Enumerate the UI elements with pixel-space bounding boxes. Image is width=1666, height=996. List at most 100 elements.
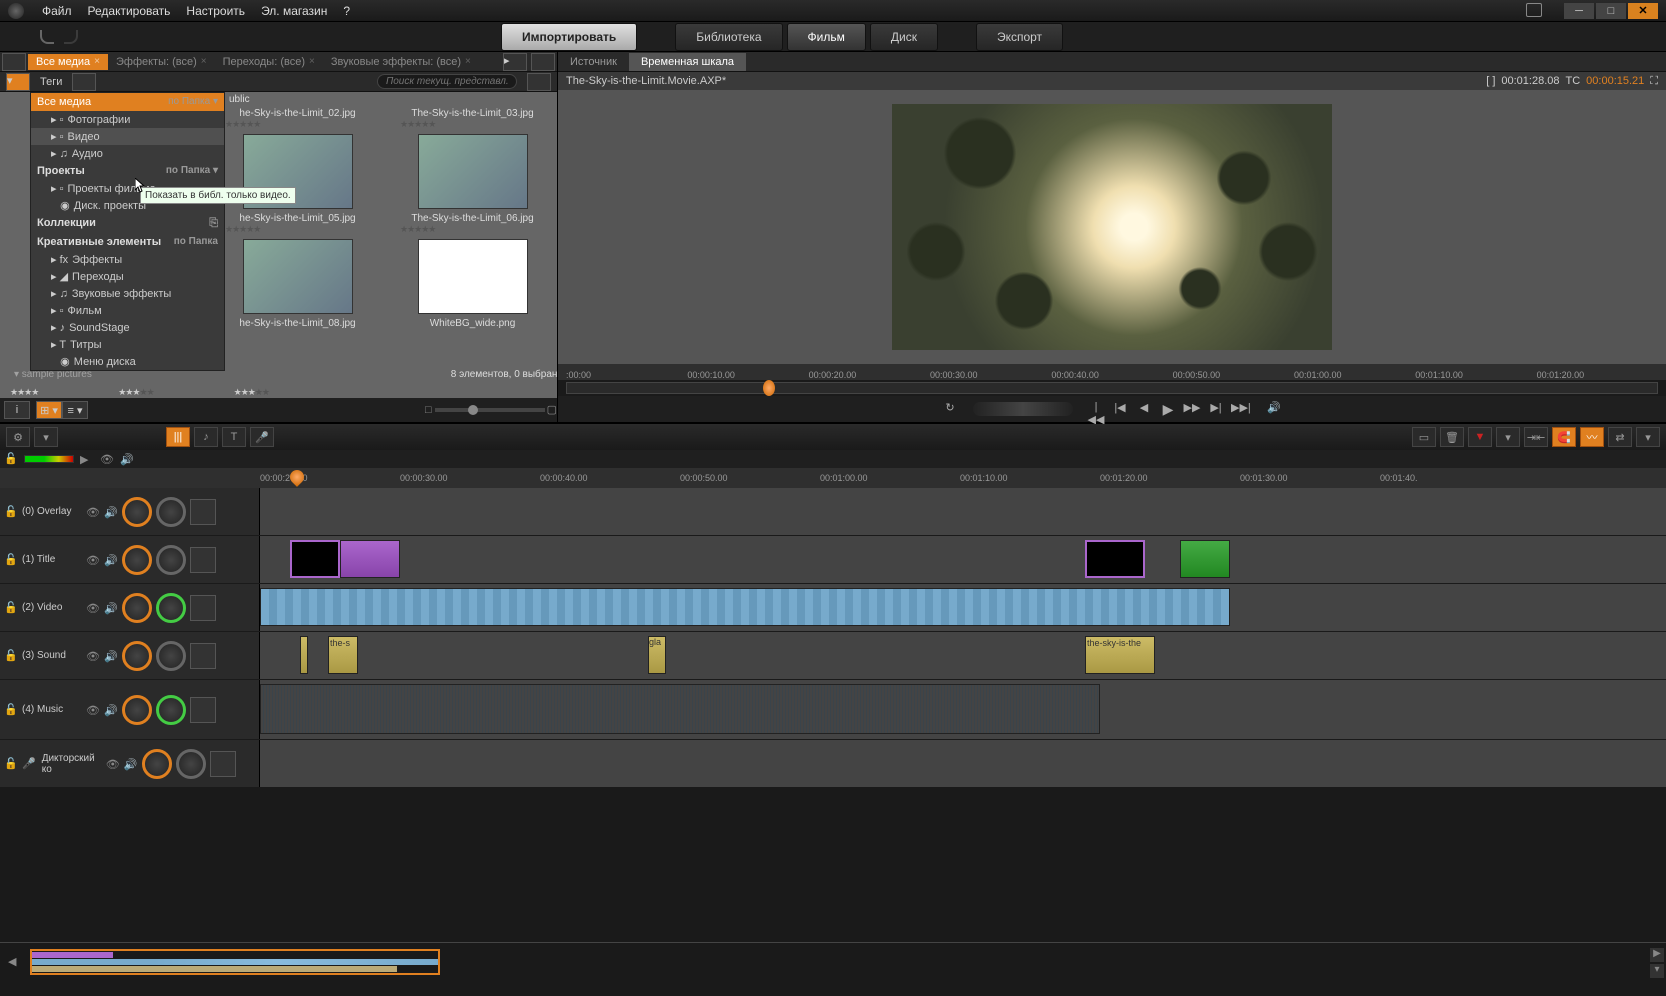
- tool-mixer[interactable]: |||: [166, 427, 190, 447]
- tree-effects[interactable]: ▸ fx Эффекты: [31, 251, 224, 268]
- jog-wheel[interactable]: [973, 402, 1073, 416]
- track-lane[interactable]: [260, 488, 1666, 535]
- menu-setup[interactable]: Настроить: [178, 4, 253, 18]
- nav-export[interactable]: Экспорт: [976, 23, 1063, 51]
- pan-dial[interactable]: [156, 497, 186, 527]
- tree-audio[interactable]: ▸ ♫ Аудио: [31, 145, 224, 162]
- tab-transitions[interactable]: Переходы: (все)×: [215, 54, 323, 70]
- timeline-ruler[interactable]: 00:00:20.0000:00:30.0000:00:40.0000:00:5…: [0, 468, 1666, 488]
- tag-filter-icon[interactable]: [72, 73, 96, 91]
- nav-disc[interactable]: Диск: [870, 23, 938, 51]
- tool-razor[interactable]: ▭: [1412, 427, 1436, 447]
- info-button[interactable]: i: [4, 401, 30, 419]
- nav-movie[interactable]: Фильм: [787, 23, 866, 51]
- nav-import[interactable]: Импортировать: [501, 23, 637, 51]
- tree-transitions[interactable]: ▸ ◢ Переходы: [31, 268, 224, 285]
- cart-icon[interactable]: [1526, 3, 1542, 17]
- timeline-overview[interactable]: ◀ ▶ ▾: [0, 942, 1666, 982]
- 3d-button[interactable]: [190, 499, 216, 525]
- tool-mode-dropdown[interactable]: ▾: [1636, 427, 1660, 447]
- timeline-playhead[interactable]: [287, 467, 307, 487]
- clip[interactable]: [340, 540, 400, 578]
- mute-button[interactable]: 🔊: [1265, 401, 1283, 417]
- playhead-icon[interactable]: [763, 380, 775, 396]
- tree-soundstage[interactable]: ▸ ♪ SoundStage: [31, 319, 224, 336]
- clip[interactable]: [300, 636, 308, 674]
- search-clear-icon[interactable]: [527, 73, 551, 91]
- music-clip[interactable]: [260, 684, 1100, 734]
- menu-file[interactable]: Файл: [34, 4, 80, 18]
- window-close[interactable]: ✕: [1628, 3, 1658, 19]
- thumbnail[interactable]: [243, 239, 353, 314]
- view-thumbs[interactable]: ⊞ ▾: [36, 401, 62, 419]
- close-tab-icon[interactable]: ×: [94, 56, 100, 67]
- goto-start[interactable]: |◀◀: [1087, 401, 1105, 417]
- panel-options-icon[interactable]: [531, 53, 555, 71]
- tab-timeline[interactable]: Временная шкала: [629, 53, 746, 71]
- tool-ripple[interactable]: ⇄: [1608, 427, 1632, 447]
- tool-trash[interactable]: 🗑: [1440, 427, 1464, 447]
- add-tab-icon[interactable]: ▸: [503, 53, 527, 71]
- expand-icon[interactable]: ⛶: [1650, 75, 1658, 88]
- tree-photos[interactable]: ▸ ▫ Фотографии: [31, 111, 224, 128]
- nav-panel-icon[interactable]: [2, 53, 26, 71]
- video-clip[interactable]: [260, 588, 1230, 626]
- scrub-bar[interactable]: [566, 382, 1658, 394]
- tree-titles[interactable]: ▸ T Титры: [31, 336, 224, 353]
- thumb-size-slider[interactable]: □▢: [435, 408, 545, 412]
- menu-help[interactable]: ?: [335, 4, 358, 18]
- undo-button[interactable]: [40, 30, 54, 44]
- thumbnail[interactable]: [418, 239, 528, 314]
- tab-soundfx[interactable]: Звуковые эффекты: (все)×: [323, 54, 479, 70]
- clip[interactable]: [290, 540, 340, 578]
- play-reverse[interactable]: ◀: [1135, 401, 1153, 417]
- tool-voiceover[interactable]: 🎤: [250, 427, 274, 447]
- speaker-icon[interactable]: 🔊: [120, 453, 134, 465]
- tool-magnet[interactable]: 🧲: [1552, 427, 1576, 447]
- clip[interactable]: [1085, 540, 1145, 578]
- tree-toggle-icon[interactable]: ▾: [6, 73, 30, 91]
- window-minimize[interactable]: ─: [1564, 3, 1594, 19]
- tool-scorefitter[interactable]: ♪: [194, 427, 218, 447]
- volume-dial[interactable]: [122, 497, 152, 527]
- tool-snap-split[interactable]: ⇥⇤: [1524, 427, 1548, 447]
- fast-forward[interactable]: ▶▶: [1183, 401, 1201, 417]
- lock-icon[interactable]: 🔓: [4, 505, 18, 519]
- clip[interactable]: the-sky-is-the: [1085, 636, 1155, 674]
- tree-discmenu[interactable]: ◉ Меню диска: [31, 353, 224, 370]
- loop-button[interactable]: ↻: [941, 401, 959, 417]
- tree-soundfx[interactable]: ▸ ♫ Звуковые эффекты: [31, 285, 224, 302]
- tool-dropdown[interactable]: ▾: [34, 427, 58, 447]
- overview-viewport[interactable]: [30, 949, 440, 975]
- search-input[interactable]: [377, 74, 517, 89]
- tool-marker[interactable]: ▼: [1468, 427, 1492, 447]
- clip[interactable]: the-s: [328, 636, 358, 674]
- view-list[interactable]: ≡ ▾: [62, 401, 88, 419]
- zoom-dropdown-icon[interactable]: ▾: [1650, 964, 1664, 978]
- redo-button[interactable]: [64, 30, 78, 44]
- tool-link[interactable]: 〰: [1580, 427, 1604, 447]
- fwd-icon[interactable]: ▶: [80, 453, 94, 465]
- thumbnail[interactable]: [418, 134, 528, 209]
- settings-icon[interactable]: ⚙: [6, 427, 30, 447]
- lock-icon[interactable]: 🔓: [4, 452, 18, 466]
- clip[interactable]: gla: [648, 636, 666, 674]
- step-forward[interactable]: ▶|: [1207, 401, 1225, 417]
- scroll-left-icon[interactable]: ◀: [8, 955, 16, 968]
- tool-title[interactable]: T: [222, 427, 246, 447]
- tab-source[interactable]: Источник: [558, 53, 629, 71]
- window-maximize[interactable]: □: [1596, 3, 1626, 19]
- tab-effects[interactable]: Эффекты: (все)×: [108, 54, 215, 70]
- tree-video[interactable]: ▸ ▫ Видео: [31, 128, 224, 145]
- play-button[interactable]: ▶: [1159, 401, 1177, 417]
- menu-shop[interactable]: Эл. магазин: [253, 4, 335, 18]
- goto-end[interactable]: ▶▶|: [1231, 401, 1249, 417]
- scroll-right-icon[interactable]: ▶: [1650, 948, 1664, 962]
- video-preview[interactable]: [558, 90, 1666, 364]
- eye-icon[interactable]: 👁: [100, 453, 114, 465]
- menu-edit[interactable]: Редактировать: [80, 4, 179, 18]
- nav-library[interactable]: Библиотека: [675, 23, 782, 51]
- tree-film[interactable]: ▸ ▫ Фильм: [31, 302, 224, 319]
- marker-dropdown[interactable]: ▾: [1496, 427, 1520, 447]
- preview-ruler[interactable]: :00:0000:00:10.0000:00:20.0000:00:30.000…: [558, 364, 1666, 380]
